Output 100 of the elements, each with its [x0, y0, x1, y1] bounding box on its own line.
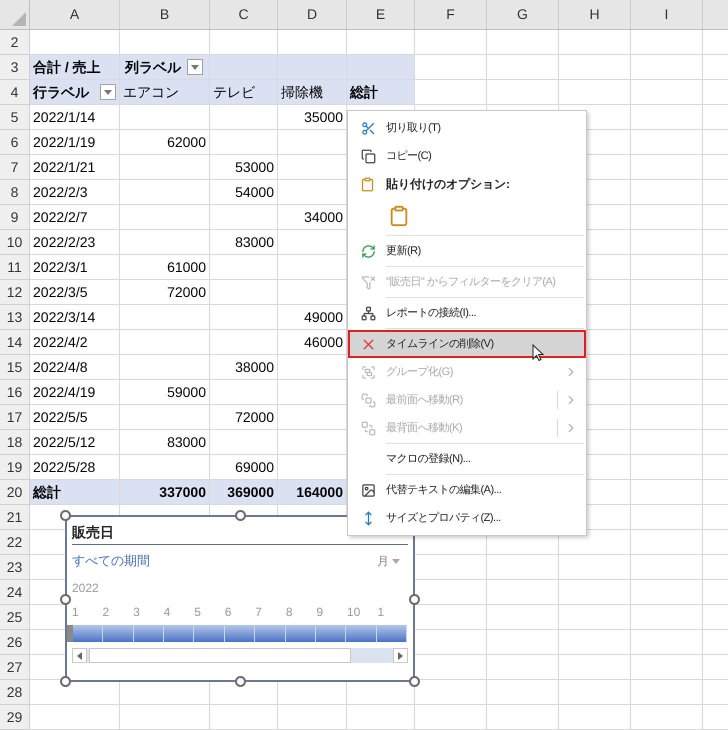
table-cell: 2022/4/2: [30, 330, 120, 355]
table-cell: 2022/2/7: [30, 205, 120, 230]
row-header[interactable]: 25: [0, 605, 30, 630]
time-level-dropdown[interactable]: 月: [377, 552, 400, 570]
row-header[interactable]: 8: [0, 180, 30, 205]
menu-item[interactable]: サイズとプロパティ(Z)...: [348, 504, 586, 532]
menu-item[interactable]: マクロの登録(N)...: [348, 445, 586, 473]
timeline-bar[interactable]: [67, 625, 407, 642]
table-cell: 2022/3/1: [30, 255, 120, 280]
table-cell: [559, 655, 631, 680]
column-header[interactable]: E: [347, 0, 415, 29]
menu-item[interactable]: 更新(R): [348, 237, 586, 265]
row-header[interactable]: 11: [0, 255, 30, 280]
row-header[interactable]: 26: [0, 630, 30, 655]
row-header[interactable]: 19: [0, 455, 30, 480]
row-header[interactable]: 28: [0, 680, 30, 705]
table-cell: [631, 255, 703, 280]
row-header[interactable]: 24: [0, 580, 30, 605]
row-header[interactable]: 6: [0, 130, 30, 155]
table-cell: [631, 655, 703, 680]
table-cell: [631, 355, 703, 380]
table-cell: [559, 630, 631, 655]
table-cell: [631, 230, 703, 255]
table-cell: [415, 30, 487, 55]
row-header[interactable]: 10: [0, 230, 30, 255]
menu-item[interactable]: レポートの接続(I)...: [348, 299, 586, 327]
table-cell: 2022/5/5: [30, 405, 120, 430]
table-cell: 72000: [210, 405, 278, 430]
row-header[interactable]: 9: [0, 205, 30, 230]
resize-handle[interactable]: [235, 510, 246, 521]
menu-item[interactable]: 代替テキストの編集(A)...: [348, 476, 586, 504]
column-header[interactable]: G: [487, 0, 559, 29]
table-cell: 54000: [210, 180, 278, 205]
horizontal-scrollbar[interactable]: [72, 648, 408, 663]
table-cell: [559, 705, 631, 730]
filter-dropdown-button[interactable]: [100, 84, 116, 100]
row-header[interactable]: 4: [0, 80, 30, 105]
resize-handle[interactable]: [60, 510, 71, 521]
table-cell: 72000: [120, 280, 210, 305]
column-heading: テレビ: [210, 80, 278, 105]
column-heading: [559, 80, 631, 105]
table-cell: 総計: [30, 480, 120, 505]
menu-item[interactable]: タイムラインの削除(V): [348, 330, 586, 358]
scroll-left-icon[interactable]: [77, 652, 82, 660]
row-header[interactable]: 13: [0, 305, 30, 330]
column-header[interactable]: D: [278, 0, 347, 29]
row-header[interactable]: 27: [0, 655, 30, 680]
month-label: 10: [346, 605, 360, 619]
table-cell: [631, 155, 703, 180]
table-cell: 62000: [120, 130, 210, 155]
column-header[interactable]: F: [415, 0, 487, 29]
row-header[interactable]: 5: [0, 105, 30, 130]
filter-clear-icon: [360, 274, 376, 290]
menu-item[interactable]: 切り取り(T): [348, 114, 586, 142]
resize-handle[interactable]: [60, 676, 71, 687]
pivot-column-label: 列ラベル: [125, 58, 181, 76]
row-header[interactable]: 23: [0, 555, 30, 580]
resize-handle[interactable]: [60, 594, 71, 605]
row-header[interactable]: 16: [0, 380, 30, 405]
filter-dropdown-button[interactable]: [187, 59, 203, 75]
image-icon: [360, 482, 376, 498]
menu-heading: 貼り付けのオプション:: [386, 176, 510, 193]
row-header[interactable]: 17: [0, 405, 30, 430]
column-header[interactable]: I: [631, 0, 703, 29]
month-label: 2: [102, 605, 110, 619]
column-header[interactable]: H: [559, 0, 631, 29]
row-header[interactable]: 29: [0, 705, 30, 730]
table-cell: [210, 105, 278, 130]
column-header[interactable]: A: [30, 0, 120, 29]
table-cell: [487, 580, 559, 605]
table-cell: 2022/3/14: [30, 305, 120, 330]
table-cell: 2022/4/8: [30, 355, 120, 380]
table-cell: [487, 555, 559, 580]
row-header[interactable]: 3: [0, 55, 30, 80]
resize-handle[interactable]: [409, 676, 420, 687]
clipboard-icon: [360, 176, 374, 192]
scroll-right-icon[interactable]: [398, 652, 403, 660]
table-cell: [631, 705, 703, 730]
row-header[interactable]: 18: [0, 430, 30, 455]
table-cell: 164000: [278, 480, 347, 505]
row-header[interactable]: 21: [0, 505, 30, 530]
resize-handle[interactable]: [235, 676, 246, 687]
row-header[interactable]: 2: [0, 30, 30, 55]
row-header[interactable]: 12: [0, 280, 30, 305]
row-header[interactable]: 14: [0, 330, 30, 355]
table-cell: 2022/2/3: [30, 180, 120, 205]
column-header[interactable]: C: [210, 0, 278, 29]
column-heading: 掃除機: [278, 80, 347, 105]
table-cell: [631, 205, 703, 230]
row-header[interactable]: 22: [0, 530, 30, 555]
menu-item[interactable]: コピー(C): [348, 142, 586, 170]
table-cell: 337000: [120, 480, 210, 505]
table-cell: 83000: [210, 230, 278, 255]
column-header[interactable]: B: [120, 0, 210, 29]
row-header[interactable]: 7: [0, 155, 30, 180]
row-header[interactable]: 20: [0, 480, 30, 505]
row-header[interactable]: 15: [0, 355, 30, 380]
table-cell: [631, 55, 703, 80]
resize-handle[interactable]: [409, 594, 420, 605]
table-cell: 38000: [210, 355, 278, 380]
